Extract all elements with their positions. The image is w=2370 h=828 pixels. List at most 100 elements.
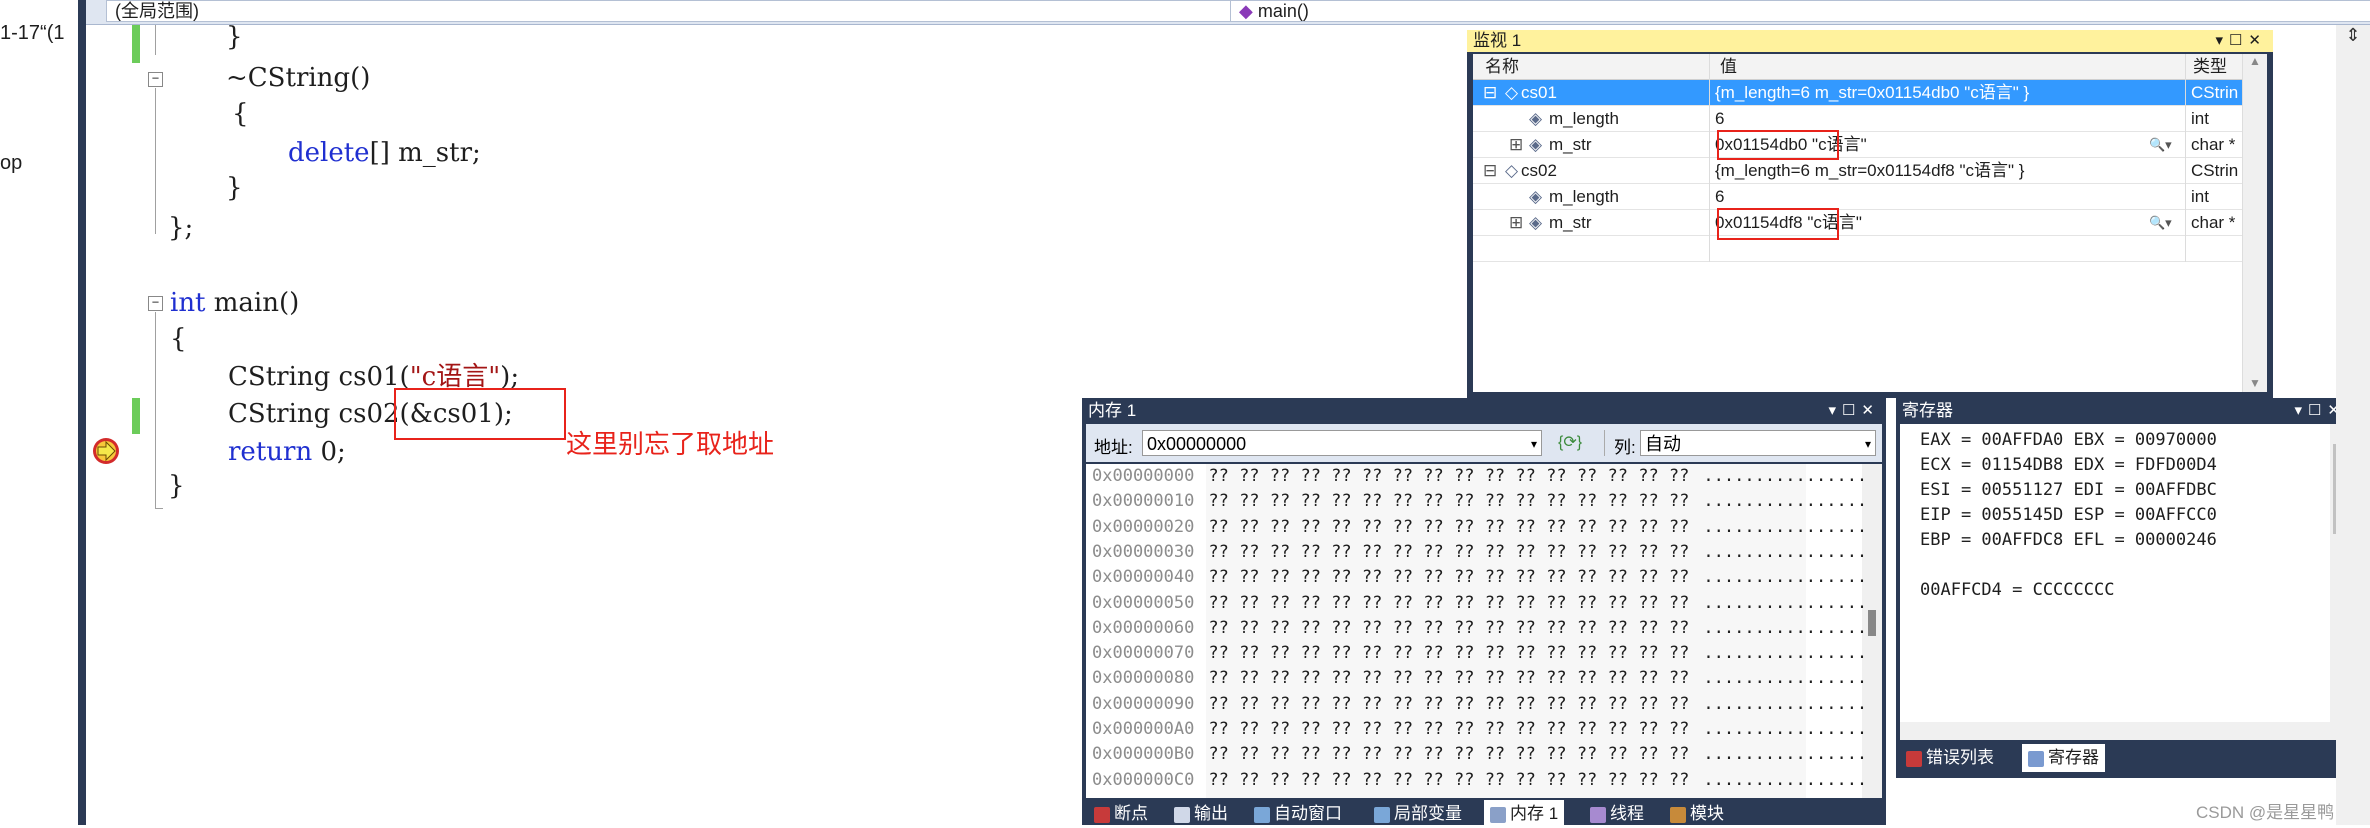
watch-row[interactable]: ⊟ ◇ cs01 {m_length=6 m_str=0x01154db0 "c… xyxy=(1473,80,2267,106)
collapse-icon[interactable]: ⊟ xyxy=(1483,80,1497,105)
memory-ascii: ................ xyxy=(1703,668,1868,689)
code-line: { xyxy=(170,324,187,354)
field-icon: ◈ xyxy=(1529,187,1543,206)
columns-select-value: 自动 xyxy=(1645,434,1681,454)
magnifier-icon[interactable]: 🔍▾ xyxy=(2149,132,2172,157)
collapse-icon[interactable]: − xyxy=(148,296,163,311)
tab-label: 输出 xyxy=(1194,804,1228,823)
scrollbar-thumb[interactable] xyxy=(1868,610,1876,636)
memory-row[interactable]: 0x000000A0 ?? ?? ?? ?? ?? ?? ?? ?? ?? ?? … xyxy=(1092,717,1867,742)
tab-breakpoints[interactable]: 断点 xyxy=(1094,800,1148,828)
watch-header-name[interactable]: 名称 xyxy=(1485,54,1519,79)
maximize-icon[interactable]: ☐ xyxy=(1842,402,1861,419)
watch-row-value[interactable]: {m_length=6 m_str=0x01154db0 "c语言" } xyxy=(1715,80,2185,105)
split-icon[interactable]: ⇕ xyxy=(2336,25,2370,46)
watch-row-type: int xyxy=(2191,187,2209,206)
dropdown-icon[interactable]: ▾ xyxy=(2215,32,2229,49)
tab-registers[interactable]: 寄存器 xyxy=(2022,744,2105,772)
change-indicator xyxy=(132,25,140,63)
memory-row[interactable]: 0x00000000 ?? ?? ?? ?? ?? ?? ?? ?? ?? ?? … xyxy=(1092,464,1867,489)
tab-label: 断点 xyxy=(1114,804,1148,823)
tab-locals[interactable]: 局部变量 xyxy=(1374,800,1462,828)
tab-label: 线程 xyxy=(1610,804,1644,823)
tab-memory1[interactable]: 内存 1 xyxy=(1484,800,1565,828)
collapse-icon[interactable]: ⊟ xyxy=(1483,158,1497,183)
solution-item-fragment-2[interactable]: op xyxy=(0,152,22,175)
dropdown-icon[interactable]: ▾ xyxy=(1828,402,1842,419)
tab-error-list[interactable]: 错误列表 xyxy=(1906,744,1994,772)
current-statement-arrow-icon[interactable] xyxy=(92,437,122,467)
memory-row[interactable]: 0x00000010 ?? ?? ?? ?? ?? ?? ?? ?? ?? ?? … xyxy=(1092,489,1867,514)
registers-icon xyxy=(2028,750,2044,767)
column-separator[interactable] xyxy=(2185,54,2186,262)
expand-icon[interactable]: ⊞ xyxy=(1509,210,1523,235)
watch-row-value[interactable]: 6 xyxy=(1715,184,1724,209)
memory-ascii: ................ xyxy=(1703,541,1868,562)
watch-header-value[interactable]: 值 xyxy=(1720,54,1737,79)
memory-row[interactable]: 0x00000060 ?? ?? ?? ?? ?? ?? ?? ?? ?? ?? … xyxy=(1092,616,1867,641)
toolbar-separator xyxy=(1604,430,1605,456)
close-icon[interactable]: ✕ xyxy=(1861,402,1880,419)
maximize-icon[interactable]: ☐ xyxy=(2229,32,2248,49)
memory-address: 0x00000080 xyxy=(1092,668,1195,689)
tab-output[interactable]: 输出 xyxy=(1174,800,1228,828)
watch-row[interactable]: ◈ m_length 6 int xyxy=(1473,106,2267,132)
watch-row-value[interactable]: {m_length=6 m_str=0x01154df8 "c语言" } xyxy=(1715,158,2185,183)
memory-row[interactable]: 0x000000C0 ?? ?? ?? ?? ?? ?? ?? ?? ?? ?? … xyxy=(1092,768,1867,793)
watch-row[interactable]: ⊞ ◈ m_str 0x01154db0 "c语言" 🔍▾ char * xyxy=(1473,132,2267,158)
dropdown-icon[interactable]: ▾ xyxy=(2294,402,2308,419)
close-icon[interactable]: ✕ xyxy=(2248,32,2267,49)
editor-scrollbar[interactable]: ⇕ xyxy=(2336,25,2370,825)
scroll-down-icon[interactable]: ▼ xyxy=(2243,376,2267,390)
memory-grid[interactable]: 0x00000000 ?? ?? ?? ?? ?? ?? ?? ?? ?? ?? … xyxy=(1086,464,1882,798)
register-line: EAX = 00AFFDA0 EBX = 00970000 xyxy=(1920,430,2217,450)
registers-hscrollbar[interactable] xyxy=(1900,722,2330,740)
memory-row[interactable]: 0x00000030 ?? ?? ?? ?? ?? ?? ?? ?? ?? ?? … xyxy=(1092,540,1867,565)
reevaluate-icon[interactable]: {⟳} xyxy=(1558,432,1582,452)
scope-dropdown[interactable]: (全局范围) ▾ xyxy=(106,0,1246,22)
tab-threads[interactable]: 线程 xyxy=(1590,800,1644,828)
watch-header-type[interactable]: 类型 xyxy=(2193,54,2227,79)
tab-modules[interactable]: 模块 xyxy=(1670,800,1724,828)
columns-select[interactable]: 自动 ▾ xyxy=(1640,430,1876,456)
solution-item-fragment[interactable]: 1-17“(1 xyxy=(0,22,64,45)
register-line: ESI = 00551127 EDI = 00AFFDBC xyxy=(1920,480,2217,500)
memory-row[interactable]: 0x00000020 ?? ?? ?? ?? ?? ?? ?? ?? ?? ?? … xyxy=(1092,515,1867,540)
column-separator[interactable] xyxy=(1709,54,1710,262)
registers-body[interactable]: EAX = 00AFFDA0 EBX = 00970000 ECX = 0115… xyxy=(1900,424,2330,740)
memory-hex: ?? ?? ?? ?? ?? ?? ?? ?? ?? ?? ?? ?? ?? ?… xyxy=(1208,567,1690,588)
memory-row[interactable]: 0x00000090 ?? ?? ?? ?? ?? ?? ?? ?? ?? ?? … xyxy=(1092,692,1867,717)
memory-ascii: ................ xyxy=(1703,567,1868,588)
collapse-icon[interactable]: − xyxy=(148,72,163,87)
memory-row[interactable]: 0x00000080 ?? ?? ?? ?? ?? ?? ?? ?? ?? ?? … xyxy=(1092,666,1867,691)
memory-hex: ?? ?? ?? ?? ?? ?? ?? ?? ?? ?? ?? ?? ?? ?… xyxy=(1208,769,1690,790)
memory-row[interactable]: 0x00000040 ?? ?? ?? ?? ?? ?? ?? ?? ?? ?? … xyxy=(1092,565,1867,590)
magnifier-icon[interactable]: 🔍▾ xyxy=(2149,210,2172,235)
watch-scrollbar[interactable]: ▲ ▼ xyxy=(2242,54,2267,392)
watch-row[interactable]: ◈ m_length 6 int xyxy=(1473,184,2267,210)
chevron-down-icon[interactable]: ▾ xyxy=(1531,431,1537,457)
watch-row[interactable]: ⊞ ◈ m_str 0x01154df8 "c语言" 🔍▾ char * xyxy=(1473,210,2267,236)
memory-row[interactable]: 0x000000B0 ?? ?? ?? ?? ?? ?? ?? ?? ?? ?? … xyxy=(1092,742,1867,767)
solution-explorer-strip: 1-17“(1 op xyxy=(0,0,79,825)
memory-address: 0x00000060 xyxy=(1092,617,1195,638)
memory-address: 0x000000B0 xyxy=(1092,744,1195,765)
tab-autos[interactable]: 自动窗口 xyxy=(1254,800,1342,828)
code-line: return 0; xyxy=(228,437,346,467)
expand-icon[interactable]: ⊞ xyxy=(1509,132,1523,157)
address-input[interactable]: 0x00000000 ▾ xyxy=(1142,430,1542,456)
memory-row[interactable]: 0x00000050 ?? ?? ?? ?? ?? ?? ?? ?? ?? ?? … xyxy=(1092,591,1867,616)
scroll-up-icon[interactable]: ▲ xyxy=(2243,54,2267,68)
watch-row-value[interactable]: 6 xyxy=(1715,106,1724,131)
maximize-icon[interactable]: ☐ xyxy=(2308,402,2327,419)
memory-ascii: ................ xyxy=(1703,516,1868,537)
chevron-down-icon[interactable]: ▾ xyxy=(1865,431,1871,457)
modules-icon xyxy=(1670,806,1686,823)
memory-row[interactable]: 0x00000070 ?? ?? ?? ?? ?? ?? ?? ?? ?? ?? … xyxy=(1092,641,1867,666)
watch-row[interactable]: ⊟ ◇ cs02 {m_length=6 m_str=0x01154df8 "c… xyxy=(1473,158,2267,184)
memory-ascii: ................ xyxy=(1703,719,1868,739)
member-dropdown[interactable]: ◆ main() xyxy=(1230,0,2370,22)
watch-grid: 名称 值 类型 ⊟ ◇ cs01 {m_length=6 m_str=0x011… xyxy=(1473,54,2267,392)
watch-empty-row[interactable] xyxy=(1473,236,2267,262)
code-line: }; xyxy=(168,213,194,243)
